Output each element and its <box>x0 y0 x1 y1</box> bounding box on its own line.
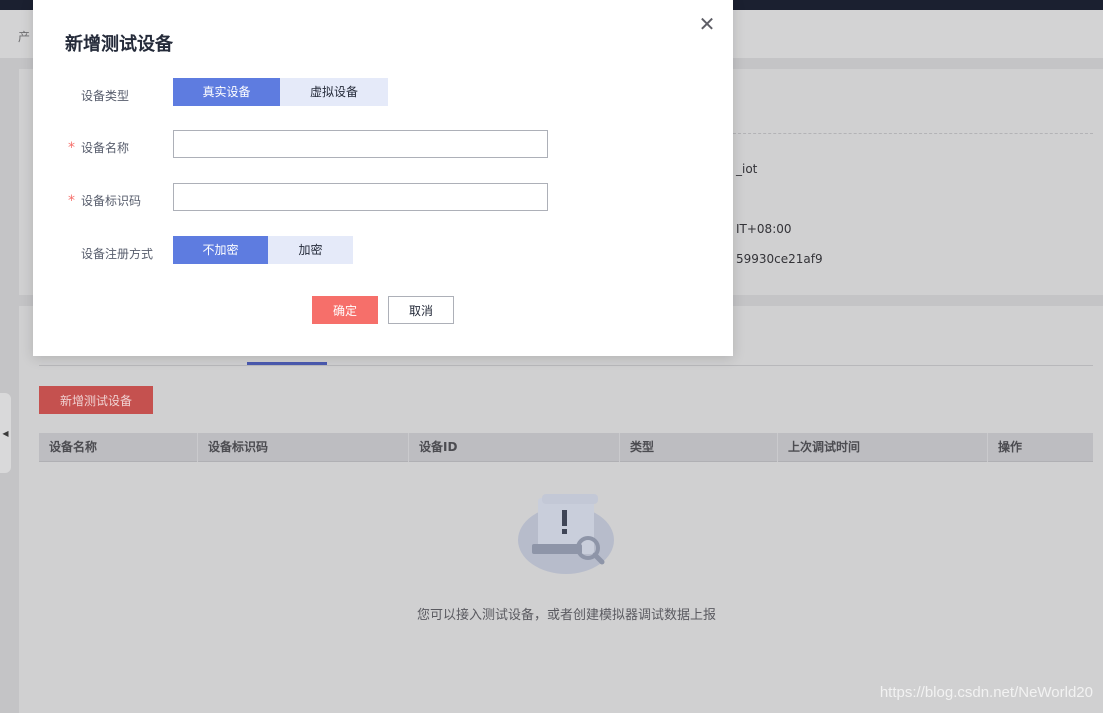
dialog-title: 新增测试设备 <box>65 34 173 55</box>
column-header-actions: 操作 <box>998 440 1023 454</box>
required-asterisk: * <box>68 193 75 209</box>
registration-method-toggle: 不加密 加密 <box>173 236 353 264</box>
info-value-id: 59930ce21af9 <box>736 252 823 266</box>
device-type-toggle: 真实设备 虚拟设备 <box>173 78 388 106</box>
add-test-device-button[interactable]: 新增测试设备 <box>39 386 153 414</box>
confirm-button[interactable]: 确定 <box>312 296 378 324</box>
sidebar-collapse-handle[interactable]: ◀ <box>0 393 11 473</box>
empty-state-illustration <box>518 494 614 574</box>
device-type-real-option[interactable]: 真实设备 <box>173 78 280 106</box>
registration-encrypted-option[interactable]: 加密 <box>268 236 353 264</box>
add-test-device-dialog: 新增测试设备 ✕ 设备类型 真实设备 虚拟设备 * 设备名称 * 设备标识码 设… <box>33 0 733 356</box>
device-name-input[interactable] <box>173 130 548 158</box>
tab-active-indicator <box>247 362 327 365</box>
tab-divider <box>39 365 1093 366</box>
watermark: https://blog.csdn.net/NeWorld20 <box>879 684 1093 701</box>
close-icon[interactable]: ✕ <box>697 14 717 34</box>
device-identifier-label: 设备标识码 <box>81 194 142 208</box>
info-value-app: _iot <box>736 162 758 176</box>
column-header-last-debug-time[interactable]: 上次调试时间 <box>778 433 988 462</box>
required-asterisk: * <box>68 140 75 156</box>
device-table-header: 设备名称 设备标识码 设备ID 类型 上次调试时间 操作 <box>39 433 1093 462</box>
device-identifier-input[interactable] <box>173 183 548 211</box>
breadcrumb[interactable]: 产 <box>18 28 30 45</box>
caret-left-icon: ◀ <box>2 428 9 438</box>
registration-unencrypted-option[interactable]: 不加密 <box>173 236 268 264</box>
column-header-device-name[interactable]: 设备名称 <box>39 433 198 462</box>
cancel-button[interactable]: 取消 <box>388 296 454 324</box>
device-type-virtual-option[interactable]: 虚拟设备 <box>280 78 388 106</box>
device-name-label: 设备名称 <box>81 141 130 155</box>
column-header-device-id[interactable]: 设备ID <box>409 433 620 462</box>
column-header-type[interactable]: 类型 <box>620 433 778 462</box>
divider <box>733 133 1093 134</box>
device-type-label: 设备类型 <box>81 89 130 103</box>
registration-method-label: 设备注册方式 <box>81 247 154 261</box>
info-value-time: IT+08:00 <box>736 222 792 236</box>
empty-state-text: 您可以接入测试设备，或者创建模拟器调试数据上报 <box>416 608 716 623</box>
column-header-device-identifier[interactable]: 设备标识码 <box>198 433 409 462</box>
